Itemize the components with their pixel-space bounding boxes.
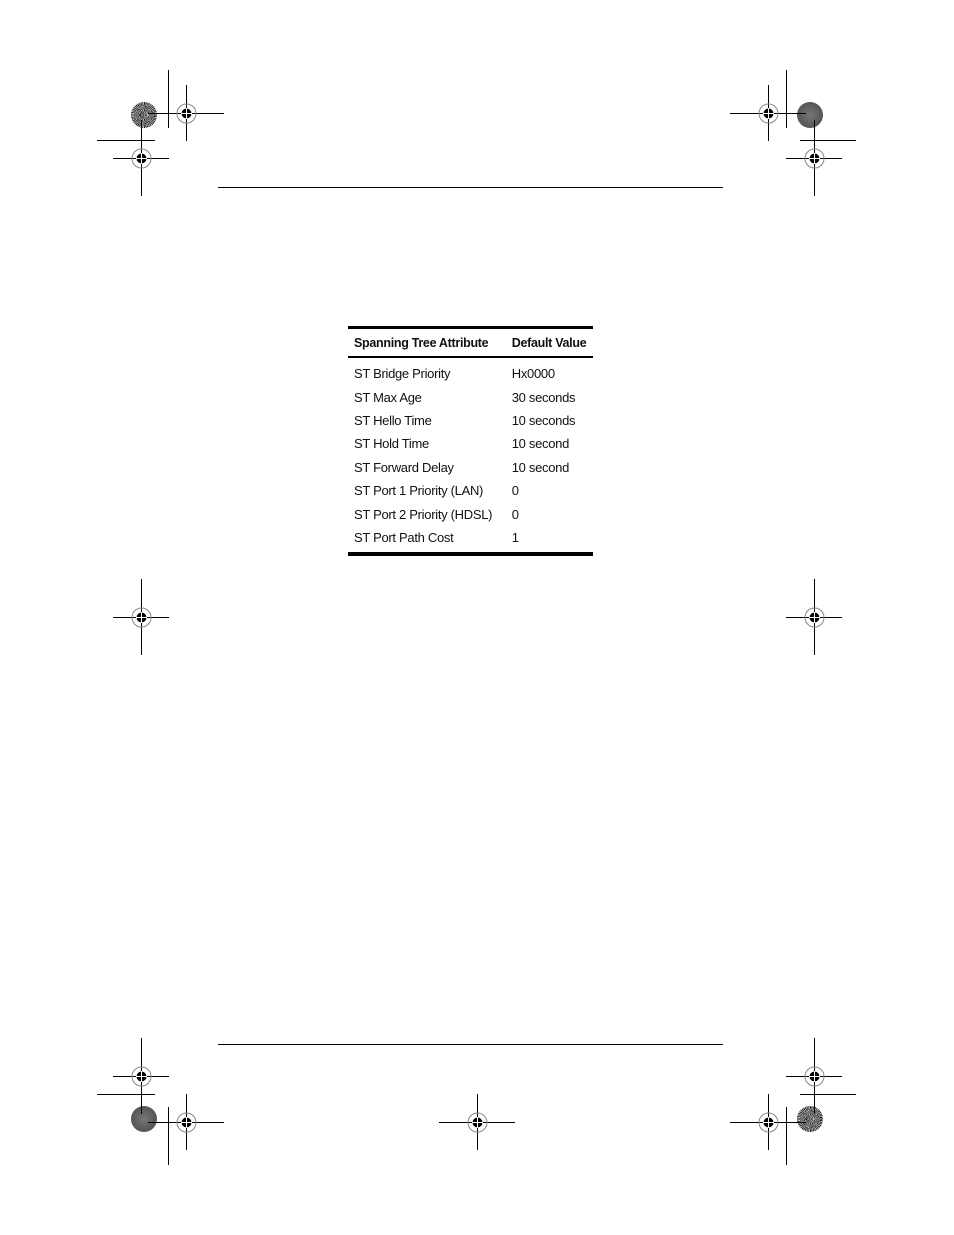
table-row: ST Hold Time 10 second bbox=[348, 432, 593, 455]
value-cell: 30 seconds bbox=[511, 389, 576, 405]
table-header-row: Spanning Tree Attribute Default Value bbox=[348, 327, 593, 357]
table-row: ST Port 1 Priority (LAN) 0 bbox=[348, 479, 593, 502]
table-row: ST Port 2 Priority (HDSL) 0 bbox=[348, 502, 593, 525]
value-cell: 1 bbox=[511, 529, 519, 545]
column-header-default-value: Default Value bbox=[511, 335, 587, 350]
crosshair-registration-icon bbox=[786, 120, 842, 196]
attribute-cell: ST Forward Delay bbox=[354, 459, 454, 475]
crosshair-registration-icon bbox=[439, 1094, 515, 1150]
crosshair-registration-icon bbox=[730, 1094, 806, 1150]
spanning-tree-defaults-table: Spanning Tree Attribute Default Value ST… bbox=[348, 326, 593, 559]
column-header-attribute: Spanning Tree Attribute bbox=[354, 335, 489, 350]
value-cell: 10 second bbox=[511, 459, 570, 475]
attribute-cell: ST Port 2 Priority (HDSL) bbox=[354, 506, 493, 522]
crosshair-registration-icon bbox=[148, 1094, 224, 1150]
crosshair-registration-icon bbox=[113, 120, 169, 196]
table-row: ST Hello Time 10 seconds bbox=[348, 409, 593, 432]
value-cell: 0 bbox=[511, 506, 519, 522]
table-row: ST Bridge Priority Hx0000 bbox=[348, 357, 593, 385]
table-row: ST Forward Delay 10 second bbox=[348, 456, 593, 479]
value-cell: Hx0000 bbox=[511, 366, 555, 382]
value-cell: 10 seconds bbox=[511, 412, 576, 428]
attribute-cell: ST Max Age bbox=[354, 389, 422, 405]
crosshair-registration-icon bbox=[786, 579, 842, 655]
crosshair-registration-icon bbox=[113, 579, 169, 655]
attribute-cell: ST Hello Time bbox=[354, 412, 432, 428]
attribute-cell: ST Port Path Cost bbox=[354, 529, 454, 545]
footer-rule bbox=[218, 1044, 723, 1045]
value-cell: 0 bbox=[511, 483, 519, 499]
attribute-cell: ST Port 1 Priority (LAN) bbox=[354, 483, 484, 499]
attribute-cell: ST Bridge Priority bbox=[354, 366, 451, 382]
attribute-cell: ST Hold Time bbox=[354, 436, 429, 452]
table-bottom-rule bbox=[348, 552, 593, 559]
table-row: ST Max Age 30 seconds bbox=[348, 385, 593, 408]
header-rule bbox=[218, 187, 723, 188]
value-cell: 10 second bbox=[511, 436, 570, 452]
table-row: ST Port Path Cost 1 bbox=[348, 526, 593, 554]
